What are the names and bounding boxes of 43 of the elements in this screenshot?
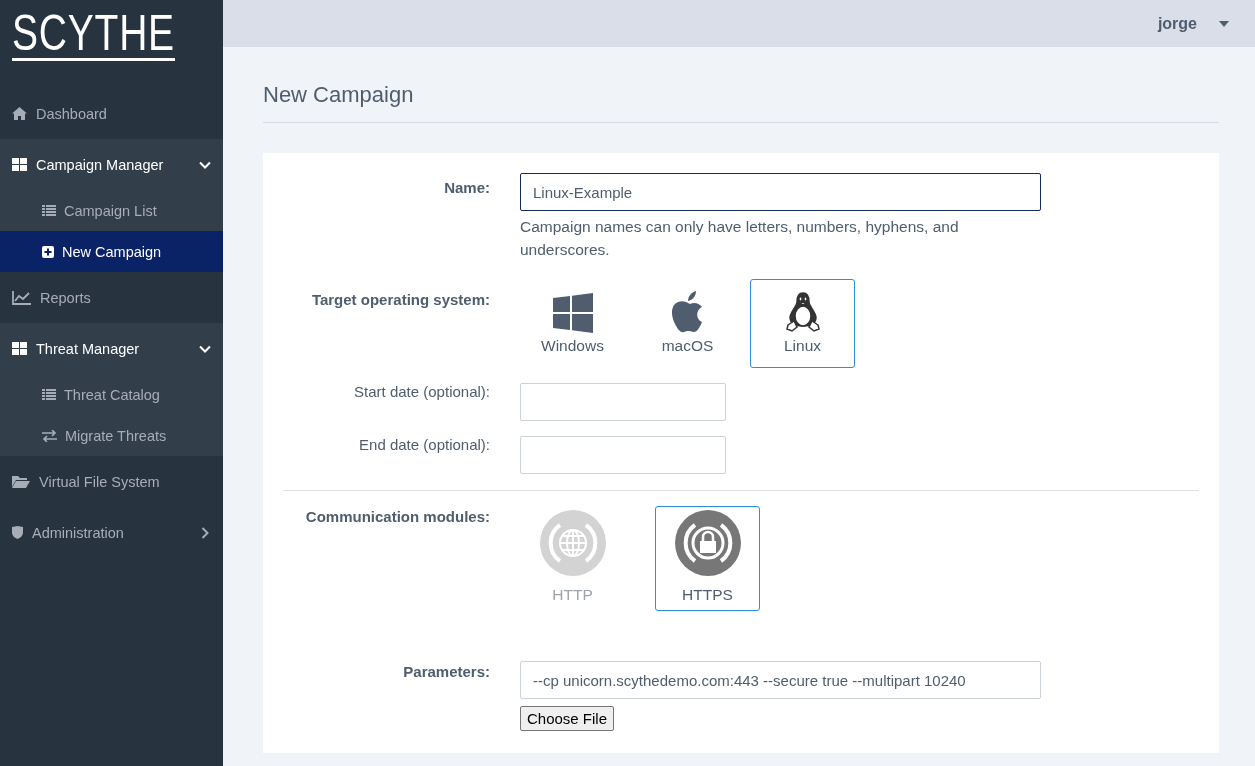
padlock-icon bbox=[674, 510, 741, 576]
sidebar-subitem[interactable]: New Campaign bbox=[0, 231, 223, 272]
os-option[interactable]: Linux bbox=[750, 279, 855, 368]
grid-icon bbox=[12, 342, 27, 355]
page-title: New Campaign bbox=[263, 82, 1219, 123]
field-label: End date (optional): bbox=[358, 436, 490, 455]
home-icon bbox=[12, 107, 27, 120]
sidebar-item[interactable]: Campaign Manager bbox=[0, 139, 223, 190]
list-icon bbox=[42, 205, 56, 216]
caret-down-icon bbox=[1219, 20, 1229, 27]
sidebar-subitem[interactable]: Migrate Threats bbox=[0, 415, 223, 456]
globe-icon bbox=[539, 510, 606, 576]
sidebar-subitem[interactable]: Threat Catalog bbox=[0, 374, 223, 415]
shield-icon bbox=[12, 526, 23, 539]
help-text: Campaign names can only have letters, numbers, hyphens, and underscores. bbox=[520, 217, 960, 260]
list-icon bbox=[42, 389, 56, 400]
parameters-input[interactable]: --cp unicorn.scythedemo.com:443 --secure true --multipart 10240 bbox=[520, 661, 1041, 699]
sidebar-item[interactable]: Administration bbox=[0, 507, 223, 558]
chevron-right-icon bbox=[199, 526, 211, 539]
field-label: Parameters: bbox=[402, 662, 490, 682]
start-date-input[interactable] bbox=[520, 383, 726, 421]
grid-icon bbox=[12, 158, 27, 171]
name-input[interactable]: Linux-Example bbox=[520, 173, 1041, 211]
sidebar-item[interactable]: Virtual File System bbox=[0, 456, 223, 507]
logo-wordmark: SCYTHE bbox=[12, 8, 175, 61]
field-label: Start date (optional): bbox=[353, 383, 490, 402]
field-label: Target operating system: bbox=[310, 290, 490, 310]
folder-icon bbox=[12, 475, 30, 488]
field-label: Communication modules: bbox=[304, 507, 490, 527]
sidebar-item[interactable]: Threat Manager bbox=[0, 323, 223, 374]
end-date-input[interactable] bbox=[520, 436, 726, 474]
penguin-icon bbox=[784, 291, 821, 333]
plus-square-icon bbox=[42, 245, 54, 258]
swap-arrows-icon bbox=[42, 429, 57, 442]
sidebar-item[interactable]: Reports bbox=[0, 272, 223, 323]
sidebar-item[interactable]: Dashboard bbox=[0, 88, 223, 139]
windows-logo-icon bbox=[552, 293, 593, 333]
sidebar-subitem[interactable]: Campaign List bbox=[0, 190, 223, 231]
choose-file-button[interactable]: Choose File bbox=[520, 706, 615, 731]
module-option[interactable]: HTTPS bbox=[655, 506, 760, 611]
line-chart-icon bbox=[12, 290, 31, 305]
user-menu[interactable]: jorge bbox=[1157, 14, 1229, 33]
field-label: Name: bbox=[443, 178, 490, 198]
